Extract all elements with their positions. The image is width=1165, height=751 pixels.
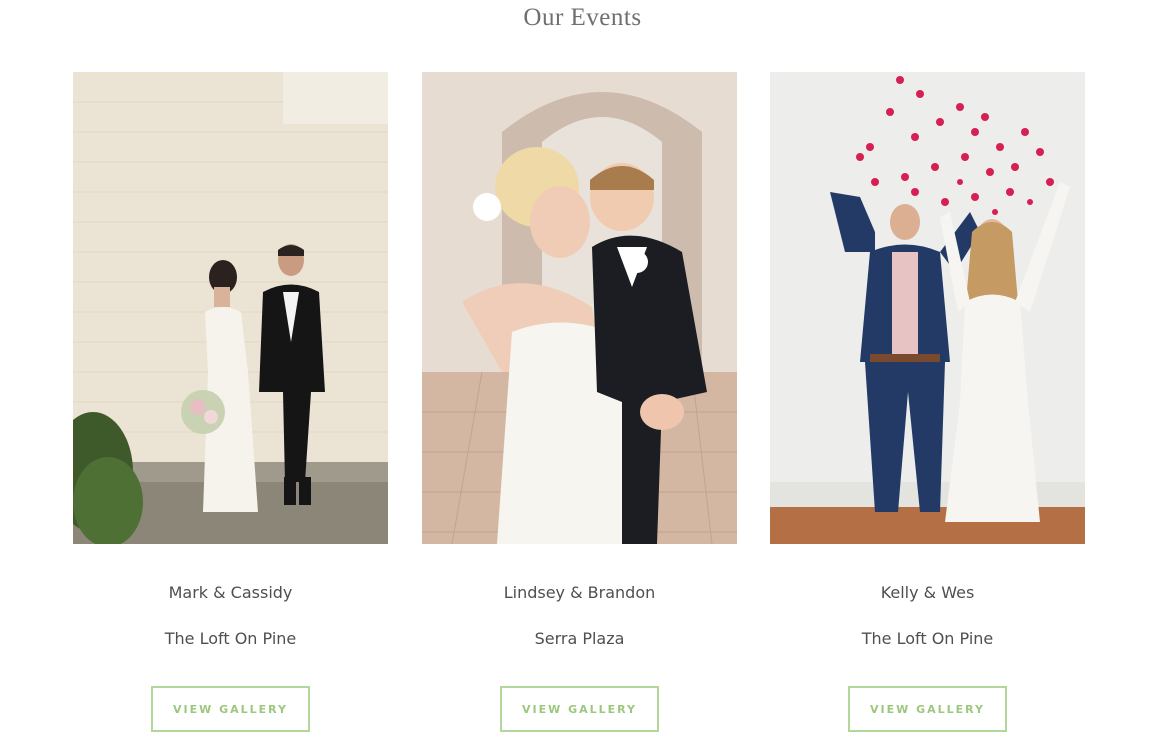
couple-name: Lindsey & Brandon <box>503 583 656 602</box>
event-photo[interactable] <box>73 72 388 544</box>
venue-name: Serra Plaza <box>534 629 625 648</box>
venue-name: The Loft On Pine <box>164 629 297 648</box>
view-gallery-button[interactable]: VIEW GALLERY <box>500 686 659 732</box>
view-gallery-button[interactable]: VIEW GALLERY <box>848 686 1007 732</box>
event-photo[interactable] <box>770 72 1085 544</box>
couple-name: Kelly & Wes <box>880 583 975 602</box>
event-card-mark-cassidy: Mark & Cassidy The Loft On Pine VIEW GAL… <box>73 72 388 742</box>
venue-name: The Loft On Pine <box>861 629 994 648</box>
couple-name: Mark & Cassidy <box>168 583 293 602</box>
event-card-kelly-wes: Kelly & Wes The Loft On Pine VIEW GALLER… <box>770 72 1085 742</box>
page-title: Our Events <box>523 4 642 31</box>
event-photo[interactable] <box>422 72 737 544</box>
view-gallery-button[interactable]: VIEW GALLERY <box>151 686 310 732</box>
event-card-lindsey-brandon: Lindsey & Brandon Serra Plaza VIEW GALLE… <box>422 72 737 742</box>
